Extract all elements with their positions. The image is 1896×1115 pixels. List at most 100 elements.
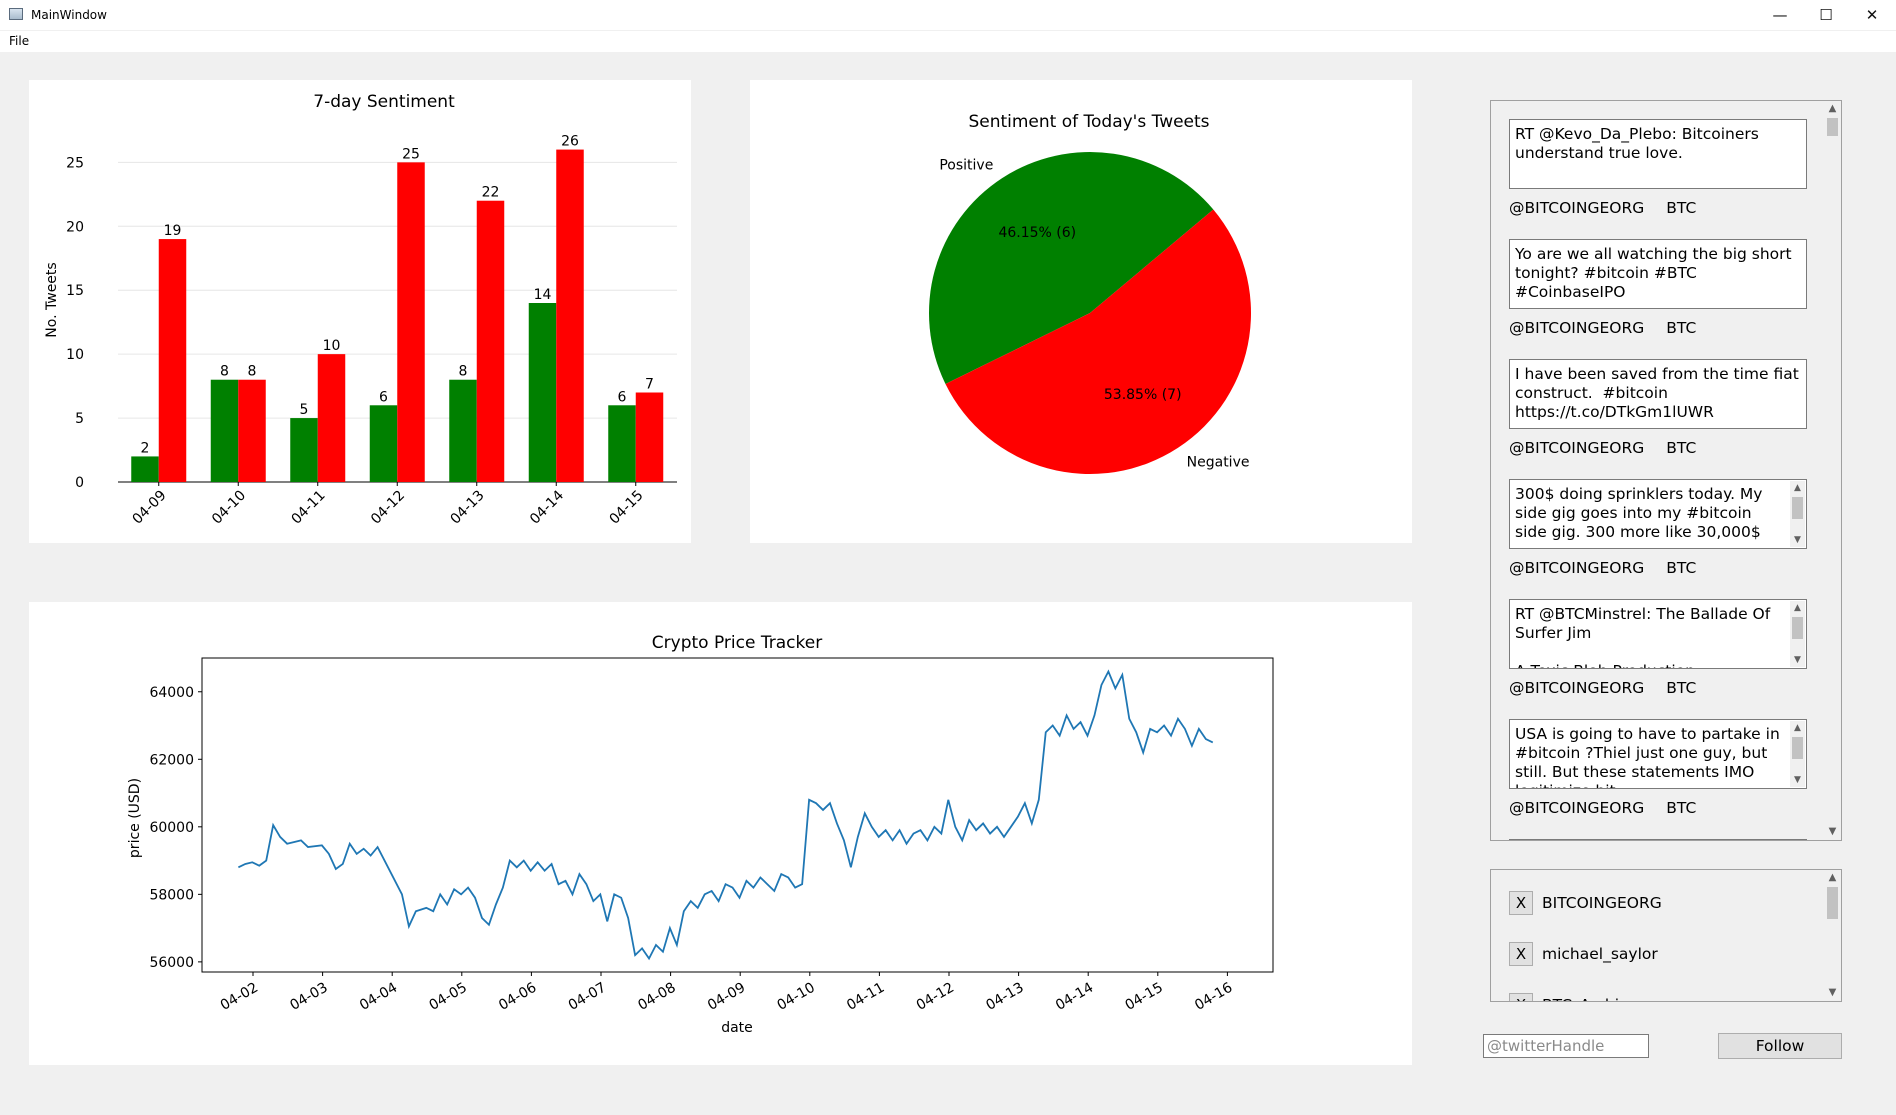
unfollow-button[interactable]: X bbox=[1509, 891, 1533, 915]
y-tick-label: 60000 bbox=[149, 820, 194, 836]
scroll-thumb[interactable] bbox=[1827, 887, 1838, 919]
bar bbox=[528, 303, 557, 482]
bar-value-label: 8 bbox=[220, 364, 229, 380]
tweet-coin: BTC bbox=[1666, 799, 1697, 817]
bar-value-label: 7 bbox=[645, 377, 654, 393]
x-tick-label: 04-07 bbox=[566, 980, 609, 1014]
tweet-text: I have been saved from the time fiat con… bbox=[1515, 365, 1804, 421]
tweet-meta: @BITCOINGEORG BTC bbox=[1509, 439, 1696, 457]
scroll-down-arrow[interactable]: ▼ bbox=[1790, 773, 1805, 787]
pie-slice-label: Negative bbox=[1187, 454, 1250, 470]
following-item: X BTC_Archive bbox=[1509, 992, 1638, 1001]
scroll-thumb[interactable] bbox=[1827, 118, 1838, 136]
following-scrollbar[interactable]: ▲ ▼ bbox=[1824, 870, 1841, 1001]
scroll-up-arrow[interactable]: ▲ bbox=[1824, 870, 1841, 886]
x-tick-label: 04-16 bbox=[1192, 980, 1235, 1014]
menu-file[interactable]: File bbox=[9, 34, 29, 48]
x-tick-label: 04-15 bbox=[606, 488, 646, 528]
bar-value-label: 5 bbox=[300, 402, 309, 418]
x-tick-label: 04-09 bbox=[705, 980, 748, 1014]
tweet-user: @BITCOINGEORG bbox=[1509, 679, 1645, 697]
bar bbox=[210, 379, 239, 482]
tweet-list-scrollbar[interactable]: ▲ ▼ bbox=[1824, 101, 1841, 840]
price-chart-panel: Crypto Price Tracker date price (USD) 56… bbox=[29, 602, 1412, 1065]
tweet-text-box[interactable]: USA is going to have to partake in #bitc… bbox=[1509, 719, 1807, 789]
bar bbox=[397, 162, 425, 482]
following-list[interactable]: XBITCOINGEORGXmichael_saylorXBTC_Archive… bbox=[1490, 869, 1842, 1002]
twitter-handle-input[interactable] bbox=[1483, 1034, 1649, 1058]
sentiment-bar-chart: 7-day Sentiment No. Tweets 2 19 8 8 5 10 6 25 8 2… bbox=[44, 92, 677, 528]
tweet-text-box[interactable]: 300$ doing sprinklers today. My side gig… bbox=[1509, 479, 1807, 549]
tweet-text-box[interactable]: RT @BTCMinstrel: The Ballade Of Surfer J… bbox=[1509, 599, 1807, 669]
scroll-thumb[interactable] bbox=[1792, 617, 1803, 639]
tweet-text-box[interactable]: I have been saved from the time fiat con… bbox=[1509, 359, 1807, 429]
tweet-coin: BTC bbox=[1666, 559, 1697, 577]
bar-value-label: 25 bbox=[402, 146, 420, 162]
x-tick-label: 04-09 bbox=[129, 488, 169, 528]
scroll-thumb[interactable] bbox=[1792, 497, 1803, 519]
price-series-line bbox=[237, 669, 1214, 961]
y-tick-label: 62000 bbox=[149, 752, 194, 768]
y-tick-label: 25 bbox=[66, 155, 84, 171]
tweet-user: @BITCOINGEORG bbox=[1509, 319, 1645, 337]
pie-title: Sentiment of Today's Tweets bbox=[968, 112, 1209, 132]
x-tick-label: 04-10 bbox=[775, 980, 818, 1014]
scroll-down-arrow[interactable]: ▼ bbox=[1824, 824, 1841, 840]
tweet-user: @BITCOINGEORG bbox=[1509, 559, 1645, 577]
window-titlebar: MainWindow — ☐ ✕ bbox=[0, 0, 1896, 31]
tweet-meta: @BITCOINGEORG BTC bbox=[1509, 679, 1696, 697]
maximize-button[interactable]: ☐ bbox=[1803, 0, 1849, 30]
minimize-button[interactable]: — bbox=[1757, 0, 1803, 30]
tweet-text-box[interactable]: RT @Kevo_Da_Plebo: Bitcoiners understand… bbox=[1509, 119, 1807, 189]
scroll-down-arrow[interactable]: ▼ bbox=[1824, 985, 1841, 1001]
x-tick-label: 04-10 bbox=[209, 488, 249, 528]
scroll-up-arrow[interactable]: ▲ bbox=[1790, 721, 1805, 735]
y-tick-label: 5 bbox=[75, 411, 84, 427]
pie-slice-label: Positive bbox=[939, 158, 993, 174]
unfollow-button[interactable]: X bbox=[1509, 942, 1533, 966]
tweet-text-box[interactable]: Yo are we all watching the big short ton… bbox=[1509, 239, 1807, 309]
x-tick-label: 04-14 bbox=[527, 487, 567, 527]
x-tick-label: 04-06 bbox=[496, 980, 539, 1014]
bar bbox=[556, 149, 584, 483]
tweet-coin: BTC bbox=[1666, 679, 1697, 697]
tweet-text-box[interactable] bbox=[1509, 839, 1807, 840]
bar bbox=[290, 418, 318, 482]
tweet-list[interactable]: RT @Kevo_Da_Plebo: Bitcoiners understand… bbox=[1490, 100, 1842, 841]
scroll-up-arrow[interactable]: ▲ bbox=[1790, 481, 1805, 495]
y-tick-label: 64000 bbox=[149, 685, 194, 701]
y-tick-label: 58000 bbox=[149, 887, 194, 903]
unfollow-button[interactable]: X bbox=[1509, 993, 1533, 1001]
x-tick-label: 04-14 bbox=[1053, 980, 1096, 1014]
bar bbox=[476, 200, 505, 482]
x-tick-label: 04-05 bbox=[427, 980, 470, 1014]
scroll-up-arrow[interactable]: ▲ bbox=[1824, 101, 1841, 117]
tweet-scrollbar[interactable]: ▲ ▼ bbox=[1790, 601, 1805, 667]
following-item: X BITCOINGEORG bbox=[1509, 890, 1662, 916]
close-button[interactable]: ✕ bbox=[1849, 0, 1895, 30]
scroll-down-arrow[interactable]: ▼ bbox=[1790, 653, 1805, 667]
bar-value-label: 22 bbox=[482, 185, 500, 201]
bar bbox=[369, 405, 398, 482]
tweet-scrollbar[interactable]: ▲ ▼ bbox=[1790, 481, 1805, 547]
scroll-down-arrow[interactable]: ▼ bbox=[1790, 533, 1805, 547]
pie-pct-label: 53.85% (7) bbox=[1104, 387, 1182, 403]
y-tick-label: 15 bbox=[66, 283, 84, 299]
tweet-coin: BTC bbox=[1666, 439, 1697, 457]
x-tick-label: 04-02 bbox=[218, 980, 261, 1014]
pie-pct-label: 46.15% (6) bbox=[998, 225, 1076, 241]
bar bbox=[131, 456, 159, 482]
scroll-up-arrow[interactable]: ▲ bbox=[1790, 601, 1805, 615]
tweet-text: USA is going to have to partake in #bitc… bbox=[1515, 725, 1780, 788]
tweet-scrollbar[interactable]: ▲ ▼ bbox=[1790, 721, 1805, 787]
x-tick-label: 04-04 bbox=[357, 980, 400, 1014]
bar bbox=[158, 239, 187, 482]
scroll-thumb[interactable] bbox=[1792, 737, 1803, 759]
tweet-text: Yo are we all watching the big short ton… bbox=[1515, 245, 1797, 301]
x-tick-label: 04-11 bbox=[844, 980, 887, 1014]
bar bbox=[238, 379, 266, 482]
bar bbox=[317, 354, 346, 482]
follow-button[interactable]: Follow bbox=[1718, 1033, 1842, 1059]
bar-value-label: 6 bbox=[618, 389, 627, 405]
sentiment-chart-panel: 7-day Sentiment No. Tweets 2 19 8 8 5 10 6 25 8 2… bbox=[29, 80, 691, 543]
